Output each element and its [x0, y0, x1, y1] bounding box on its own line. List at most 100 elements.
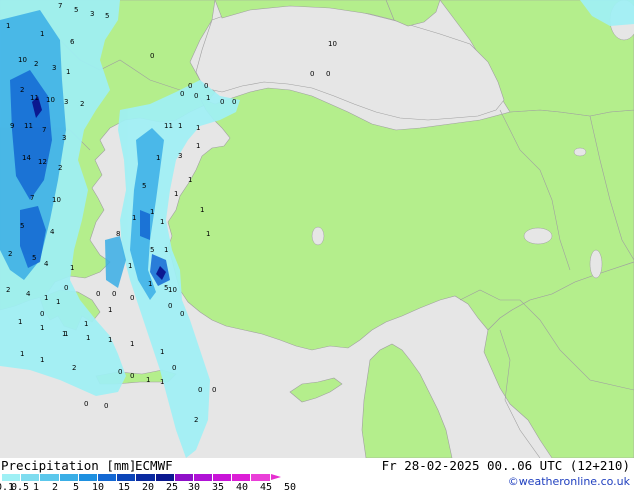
footer-bar: Precipitation [mm] ECMWF Fr 28-02-2025 0… — [0, 458, 634, 490]
precip-value-label: 4 — [26, 290, 31, 298]
precip-value-label: 1 — [148, 280, 152, 288]
scale-segment — [59, 474, 79, 481]
precip-value-label: 5 — [150, 246, 154, 254]
precip-value-label: 0 — [232, 98, 236, 106]
precip-value-label: 1 — [70, 264, 74, 272]
precip-value-label: 5 — [32, 254, 36, 262]
scale-segment — [193, 474, 214, 481]
model-name: ECMWF — [135, 458, 173, 473]
scale-tick-label: 0.5 — [10, 482, 30, 490]
precip-value-label: 0 — [64, 284, 68, 292]
precip-value-label: 1 — [108, 336, 112, 344]
precip-value-label: 1 — [20, 350, 24, 358]
precip-value-label: 1 — [188, 176, 192, 184]
precip-value-label: 1 — [130, 340, 134, 348]
precip-value-label: 10 — [328, 40, 337, 48]
precip-value-label: 1 — [62, 330, 66, 338]
credit-link[interactable]: ©weatheronline.co.uk — [508, 475, 630, 488]
precip-value-label: 0 — [172, 364, 176, 372]
precip-value-label: 1 — [160, 348, 164, 356]
precip-value-label: 0 — [180, 310, 184, 318]
scale-segment — [2, 474, 22, 481]
precip-value-label: 1 — [40, 30, 44, 38]
precip-value-label: 0 — [130, 372, 134, 380]
precip-value-label: 0 — [40, 310, 44, 318]
precip-value-label: 1 — [86, 334, 90, 342]
scale-segment — [232, 474, 252, 481]
precip-value-label: 1 — [160, 218, 164, 226]
precip-value-label: 11 — [164, 122, 173, 130]
precip-value-label: 0 — [198, 386, 202, 394]
precip-value-label: 2 — [8, 250, 12, 258]
scale-segment — [97, 474, 118, 481]
precip-value-label: 6 — [70, 38, 75, 46]
precip-value-label: 10 — [46, 96, 55, 104]
precip-value-label: 0 — [150, 52, 154, 60]
valid-time: Fr 28-02-2025 00..06 UTC (12+210) — [381, 458, 630, 473]
precip-value-label: 3 — [90, 10, 94, 18]
precip-value-label: 2 — [80, 100, 84, 108]
precip-value-label: 2 — [6, 286, 10, 294]
precip-value-label: 1 — [108, 306, 112, 314]
precip-value-label: 9 — [10, 122, 14, 130]
precip-value-label: 1 — [196, 124, 200, 132]
precip-value-label: 1 — [56, 298, 60, 306]
precip-value-label: 2 — [72, 364, 76, 372]
precip-value-label: 1 — [174, 190, 178, 198]
precip-value-label: 0 — [96, 290, 100, 298]
scale-tick-label: 45 — [259, 482, 273, 490]
precip-value-label: 1 — [160, 378, 164, 386]
precip-value-label: 1 — [128, 262, 132, 270]
lake-sevan — [573, 147, 587, 157]
precip-value-label: 14 — [22, 154, 31, 162]
scale-segment — [213, 474, 233, 481]
precip-value-label: 11 — [30, 94, 39, 102]
color-scale — [2, 474, 281, 481]
precip-value-label: 2 — [34, 60, 38, 68]
precip-value-label: 0 — [326, 70, 330, 78]
precip-value-label: 10 — [18, 56, 27, 64]
precip-value-label: 7 — [42, 126, 46, 134]
precip-value-label: 4 — [50, 228, 55, 236]
lake-van — [523, 227, 553, 245]
precip-value-label: 5 — [74, 6, 78, 14]
precip-value-label: 12 — [38, 158, 47, 166]
map-canvas: 7 5 3 516110 2 3 1211 10 3 29 11 7314 1227 105445214 1… — [0, 0, 634, 458]
precip-value-label: 2 — [194, 416, 198, 424]
precip-value-label: 3 — [52, 64, 56, 72]
precip-value-label: 5 — [20, 222, 24, 230]
scale-tick-label: 10 — [91, 482, 105, 490]
precip-value-label: 0 — [112, 290, 116, 298]
precip-value-label: 0 — [180, 90, 184, 98]
precip-value-label: 0 — [84, 400, 88, 408]
precip-value-label: 3 — [64, 98, 68, 106]
precip-value-label: 1 — [44, 294, 48, 302]
precip-value-label: 7 — [30, 194, 34, 202]
precip-value-label: 1 — [146, 376, 150, 384]
precipitation-map: 7 5 3 5 1 6 1 10 2 3 1 2 11 10 3 2 9 11 7 3 14 12 2 7 10 5 4 4 5 2 1 4 1… — [0, 0, 634, 490]
precip-value-label: 4 — [44, 260, 49, 268]
precip-value-label: 0 — [118, 368, 122, 376]
scale-tick-label: 2 — [51, 482, 59, 490]
precip-value-label: 2 — [58, 164, 62, 172]
scale-tick-label: 40 — [235, 482, 249, 490]
scale-tick-label: 30 — [187, 482, 201, 490]
map-title: Precipitation [mm] — [1, 458, 137, 473]
precip-value-label: 1 — [84, 320, 88, 328]
precip-value-label: 0 — [188, 82, 192, 90]
scale-segment — [251, 474, 271, 481]
precip-value-label: 8 — [116, 230, 120, 238]
precip-value-label: 0 — [204, 82, 208, 90]
precip-value-label: 1 — [18, 318, 22, 326]
precip-value-label: 0 — [130, 294, 134, 302]
precip-value-label: 1 — [156, 154, 160, 162]
precip-value-label: 1 — [178, 122, 182, 130]
scale-arrow — [270, 474, 281, 480]
precip-value-label: 11 — [24, 122, 33, 130]
precip-value-label: 5 — [142, 182, 146, 190]
precip-value-label: 1 — [150, 208, 154, 216]
precip-value-label: 0 — [194, 92, 198, 100]
precip-value-label: 3 — [62, 134, 66, 142]
precip-value-label: 1 — [200, 206, 204, 214]
precip-value-label: 0 — [212, 386, 216, 394]
